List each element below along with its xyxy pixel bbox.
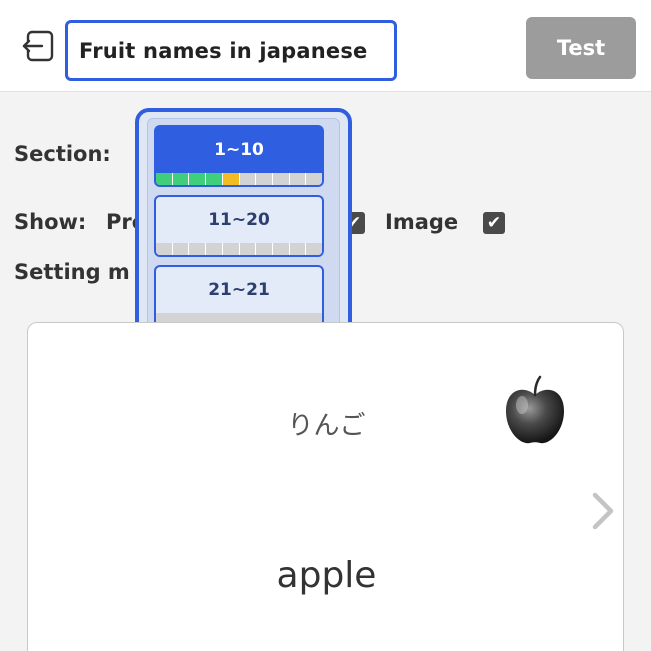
progress-segment: [156, 173, 173, 185]
progress-segment: [172, 173, 190, 185]
progress-segment: [306, 243, 322, 255]
progress-segment: [222, 243, 240, 255]
page-title: Fruit names in japanese: [79, 38, 368, 63]
progress-segment: [189, 243, 207, 255]
section-option-1-10[interactable]: 1~10: [154, 125, 324, 187]
progress-segment: [239, 173, 257, 185]
apple-icon: [506, 375, 564, 444]
progress-segment: [256, 173, 273, 185]
progress-segment: [256, 243, 273, 255]
progress-segment: [272, 173, 290, 185]
progress-segment: [222, 173, 240, 185]
exit-icon[interactable]: [18, 26, 58, 66]
progress-segment: [189, 173, 207, 185]
test-button[interactable]: Test: [526, 17, 636, 79]
setting-mode-label: Setting m: [14, 260, 130, 284]
word-text: apple: [276, 555, 377, 596]
image-checkbox[interactable]: ✔: [483, 212, 505, 234]
section-option-21-21[interactable]: 21~21: [154, 265, 324, 327]
section-progress-bar: [156, 173, 322, 185]
progress-segment: [306, 173, 322, 185]
title-field[interactable]: Fruit names in japanese: [65, 20, 397, 81]
section-progress-bar: [156, 243, 322, 255]
progress-segment: [206, 173, 223, 185]
flashcard[interactable]: りんご apple: [27, 322, 624, 651]
section-dropdown[interactable]: 1~10 11~20 21~21: [135, 108, 352, 339]
image-label: Image: [385, 210, 459, 234]
section-option-label: 21~21: [208, 280, 270, 300]
section-label: Section:: [14, 142, 111, 166]
progress-segment: [289, 173, 307, 185]
section-option-11-20[interactable]: 11~20: [154, 195, 324, 257]
header-bar: Fruit names in japanese Test: [0, 0, 651, 92]
section-option-label: 1~10: [214, 140, 264, 160]
progress-segment: [272, 243, 290, 255]
progress-segment: [172, 243, 190, 255]
section-dropdown-list: 1~10 11~20 21~21: [147, 118, 340, 331]
chevron-right-icon[interactable]: [590, 491, 616, 531]
show-label: Show:: [14, 210, 87, 234]
progress-segment: [206, 243, 223, 255]
progress-segment: [239, 243, 257, 255]
progress-segment: [156, 243, 173, 255]
progress-segment: [289, 243, 307, 255]
section-option-label: 11~20: [208, 210, 270, 230]
